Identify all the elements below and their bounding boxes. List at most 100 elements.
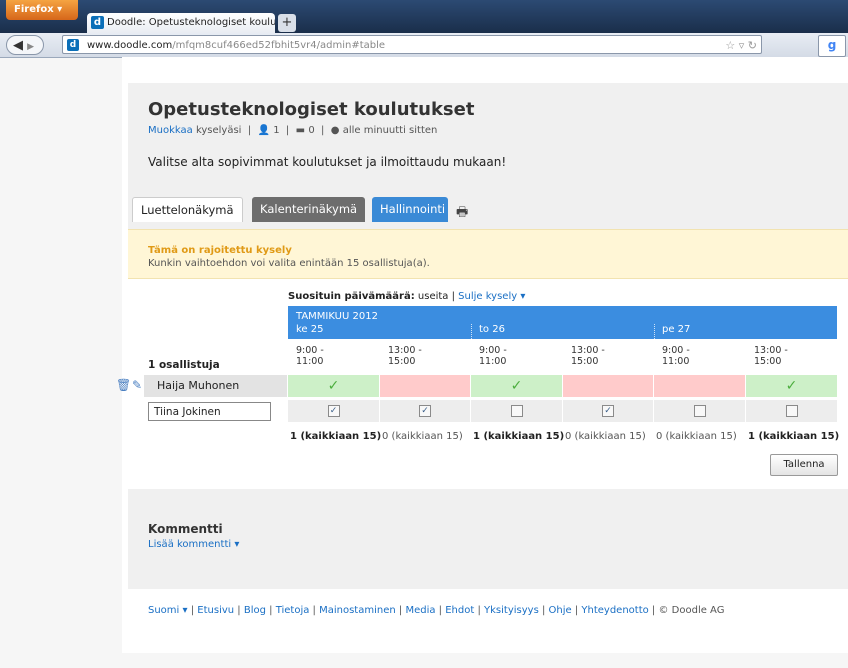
close-poll-label: Sulje kysely bbox=[458, 291, 518, 302]
printer-icon[interactable]: 🖶 bbox=[456, 203, 468, 225]
add-comment-label[interactable]: Lisää kommentti bbox=[148, 539, 231, 550]
day-label: pe 27 bbox=[662, 324, 691, 335]
footer-separator: | bbox=[395, 605, 406, 616]
firefox-menu-button[interactable]: Firefox ▾ bbox=[6, 0, 78, 20]
url-path: /mfqm8cuf466ed52fbhit5vr4/admin#table bbox=[172, 40, 386, 51]
edit-poll-link[interactable]: Muokkaa bbox=[148, 125, 193, 136]
footer: Suomi ▾ | Etusivu | Blog | Tietoja | Mai… bbox=[148, 605, 724, 616]
poll-meta: Muokkaa kyselyäsi | 👤 1 | ▬ 0 | ● alle m… bbox=[148, 125, 438, 136]
vote-checkbox[interactable] bbox=[510, 405, 523, 417]
footer-link[interactable]: Blog bbox=[244, 605, 266, 616]
popular-date-value: useita bbox=[417, 291, 449, 302]
option-total: 0 (kaikkiaan 15) bbox=[382, 431, 463, 442]
footer-link[interactable]: Ehdot bbox=[445, 605, 474, 616]
close-poll-link[interactable]: Sulje kysely ▾ bbox=[458, 291, 525, 302]
trash-icon[interactable]: 🗑 bbox=[116, 378, 131, 392]
firefox-menu-label: Firefox bbox=[14, 4, 54, 15]
browser-nav-bar: ◀ ▶ d www.doodle.com/mfqm8cuf466ed52fbhi… bbox=[0, 33, 848, 58]
poll-description: Valitse alta sopivimmat koulutukset ja i… bbox=[148, 155, 507, 169]
vote-checkbox[interactable]: ✓ bbox=[602, 405, 614, 417]
add-comment-link[interactable]: Lisää kommentti ▾ bbox=[148, 539, 239, 550]
footer-link[interactable]: Etusivu bbox=[197, 605, 234, 616]
participants-total-label: 1 osallistuja bbox=[148, 359, 220, 371]
footer-links: | Etusivu | Blog | Tietoja | Mainostamin… bbox=[191, 605, 659, 616]
participant-name: Haija Muhonen bbox=[144, 375, 287, 397]
time-slot: 13:00 - 15:00 bbox=[388, 345, 422, 367]
vote-checkbox-cell: ✓ bbox=[563, 400, 653, 422]
browser-tab-strip: Firefox ▾ d Doodle: Opetusteknologiset k… bbox=[0, 0, 848, 33]
vote-checkbox-cell bbox=[746, 400, 837, 422]
url-bar[interactable]: d www.doodle.com/mfqm8cuf466ed52fbhit5vr… bbox=[62, 35, 762, 54]
popular-date-label: Suosituin päivämäärä: bbox=[288, 291, 415, 302]
google-search-icon[interactable]: g bbox=[818, 35, 846, 57]
comments-section: Kommentti Lisää kommentti ▾ bbox=[128, 489, 848, 589]
popular-date: Suosituin päivämäärä: useita | Sulje kys… bbox=[288, 291, 526, 302]
notice-title: Tämä on rajoitettu kysely bbox=[148, 245, 292, 256]
footer-link[interactable]: Yksityisyys bbox=[484, 605, 539, 616]
vote-no-cell bbox=[654, 375, 745, 397]
poll-title: Opetusteknologiset koulutukset bbox=[148, 99, 475, 120]
vote-checkbox[interactable] bbox=[693, 405, 706, 417]
tab-list-view[interactable]: Luettelonäkymä bbox=[132, 197, 243, 222]
footer-link[interactable]: Ohje bbox=[549, 605, 572, 616]
language-selector[interactable]: Suomi ▾ bbox=[148, 605, 188, 616]
forward-arrow-icon[interactable]: ▶ bbox=[27, 42, 34, 52]
save-button[interactable]: Tallenna bbox=[770, 454, 838, 476]
vote-no-cell bbox=[563, 375, 653, 397]
copyright: © Doodle AG bbox=[658, 605, 725, 616]
tab-admin[interactable]: Hallinnointi bbox=[372, 197, 448, 222]
vote-yes-cell: ✓ bbox=[471, 375, 562, 397]
participant-row: 🗑 ✎ Haija Muhonen bbox=[116, 375, 288, 397]
doodle-favicon-icon: d bbox=[91, 16, 104, 29]
page-content: Opetusteknologiset koulutukset Muokkaa k… bbox=[116, 57, 848, 653]
vote-checkbox-cell: ✓ bbox=[380, 400, 470, 422]
vote-yes-cell: ✓ bbox=[746, 375, 837, 397]
edit-poll-suffix: kyselyäsi bbox=[195, 125, 242, 136]
back-arrow-icon[interactable]: ◀ bbox=[13, 38, 23, 53]
participants-icon: 👤 bbox=[257, 125, 271, 136]
footer-separator: | bbox=[571, 605, 582, 616]
browser-tab-doodle[interactable]: d Doodle: Opetusteknologiset koulutukset bbox=[87, 13, 275, 33]
pencil-icon[interactable]: ✎ bbox=[132, 378, 142, 392]
time-slot: 9:00 - 11:00 bbox=[662, 345, 690, 367]
footer-separator: | bbox=[435, 605, 446, 616]
browser-tab-title: Doodle: Opetusteknologiset koulutukset bbox=[107, 17, 275, 28]
option-total: 0 (kaikkiaan 15) bbox=[656, 431, 737, 442]
back-forward-buttons[interactable]: ◀ ▶ bbox=[6, 35, 44, 55]
option-total: 1 (kaikkiaan 15) bbox=[473, 431, 565, 442]
vote-checkbox[interactable]: ✓ bbox=[419, 405, 431, 417]
footer-link[interactable]: Media bbox=[405, 605, 435, 616]
option-total: 1 (kaikkiaan 15) bbox=[290, 431, 382, 442]
footer-separator: | bbox=[309, 605, 320, 616]
name-input[interactable]: Tiina Jokinen bbox=[148, 402, 271, 421]
tab-calendar-view[interactable]: Kalenterinäkymä bbox=[252, 197, 365, 222]
url-domain: www.doodle.com bbox=[87, 40, 173, 51]
notice-text: Kunkin vaihtoehdon voi valita enintään 1… bbox=[148, 258, 430, 269]
vote-checkbox-cell bbox=[471, 400, 562, 422]
footer-separator: | bbox=[265, 605, 276, 616]
vote-checkbox[interactable]: ✓ bbox=[327, 405, 340, 417]
vote-checkbox[interactable] bbox=[785, 405, 798, 417]
updated-time: alle minuutti sitten bbox=[342, 125, 438, 136]
new-tab-button[interactable]: + bbox=[278, 14, 296, 32]
day-label: ke 25 bbox=[296, 324, 324, 335]
doodle-favicon-icon: d bbox=[67, 39, 79, 51]
footer-link[interactable]: Mainostaminen bbox=[319, 605, 396, 616]
checkmark-icon: ✓ bbox=[510, 378, 523, 394]
date-header: TAMMIKUU 2012 ke 25 to 26 pe 27 bbox=[288, 306, 837, 339]
chevron-down-icon: ▾ bbox=[520, 291, 526, 302]
footer-link[interactable]: Tietoja bbox=[276, 605, 310, 616]
footer-link[interactable]: Yhteydenotto bbox=[581, 605, 648, 616]
chevron-down-icon: ▾ bbox=[234, 539, 240, 550]
day-divider bbox=[471, 324, 472, 339]
footer-separator: | bbox=[538, 605, 549, 616]
time-slot: 13:00 - 15:00 bbox=[571, 345, 605, 367]
time-slot: 13:00 - 15:00 bbox=[754, 345, 788, 367]
top-spacer bbox=[128, 57, 848, 83]
option-total: 0 (kaikkiaan 15) bbox=[565, 431, 646, 442]
time-slot: 9:00 - 11:00 bbox=[479, 345, 507, 367]
bookmark-star-icon[interactable]: ☆ ▿ ↻ bbox=[725, 36, 757, 55]
option-total: 1 (kaikkiaan 15) bbox=[748, 431, 840, 442]
footer-separator: | bbox=[234, 605, 244, 616]
participants-count: 1 bbox=[273, 125, 280, 136]
